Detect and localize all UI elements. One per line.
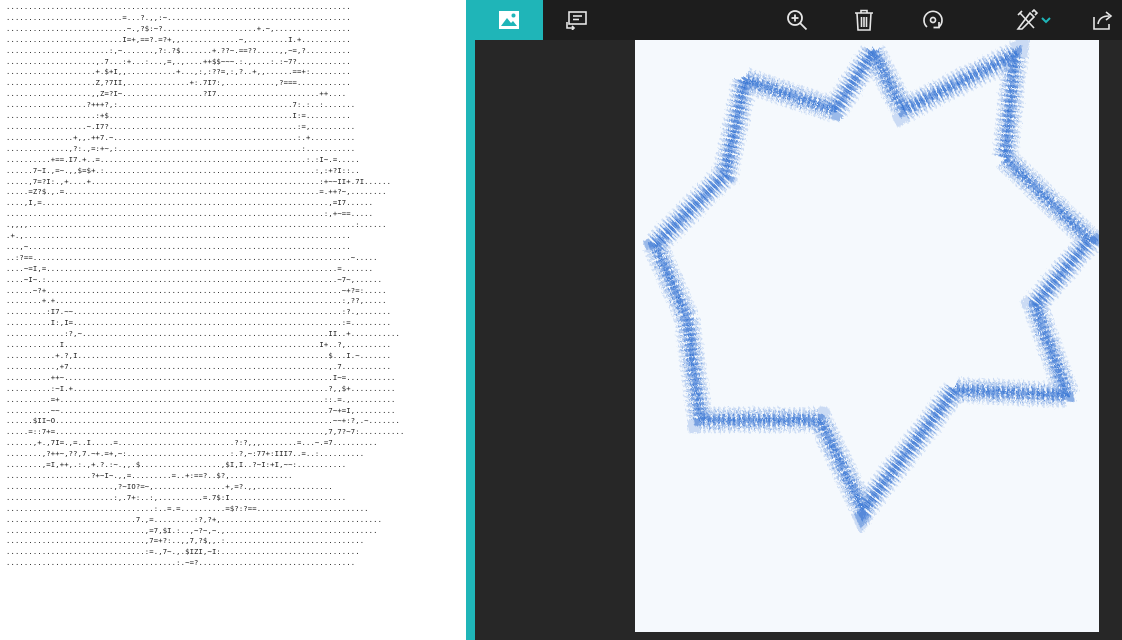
star-outline-stroke bbox=[652, 47, 1094, 515]
edit-button[interactable] bbox=[1007, 0, 1061, 40]
scanned-drawing bbox=[635, 40, 1099, 632]
image-icon bbox=[498, 10, 520, 30]
ascii-art-panel: ........................................… bbox=[0, 0, 466, 640]
zoom-in-button[interactable] bbox=[775, 0, 819, 40]
viewer-toolbar bbox=[475, 0, 1122, 40]
delete-button[interactable] bbox=[842, 0, 886, 40]
trash-icon bbox=[854, 9, 874, 31]
star-outline-stroke bbox=[639, 40, 1099, 535]
rotate-button[interactable] bbox=[911, 0, 955, 40]
ascii-art-text: ........................................… bbox=[6, 2, 405, 568]
star-outline-stroke bbox=[647, 40, 1099, 522]
slideshow-button[interactable] bbox=[555, 0, 599, 40]
photo-button[interactable] bbox=[475, 0, 543, 40]
panel-divider[interactable] bbox=[466, 0, 475, 640]
star-outline-stroke bbox=[643, 40, 1099, 530]
share-button[interactable] bbox=[1081, 0, 1122, 40]
edit-tools-icon bbox=[1016, 9, 1052, 31]
zoom-in-icon bbox=[786, 9, 808, 31]
eight-point-star-drawing bbox=[639, 40, 1099, 535]
slideshow-icon bbox=[566, 10, 588, 30]
share-icon bbox=[1092, 9, 1114, 31]
photo-viewer bbox=[475, 0, 1122, 640]
rotate-icon bbox=[921, 8, 945, 32]
